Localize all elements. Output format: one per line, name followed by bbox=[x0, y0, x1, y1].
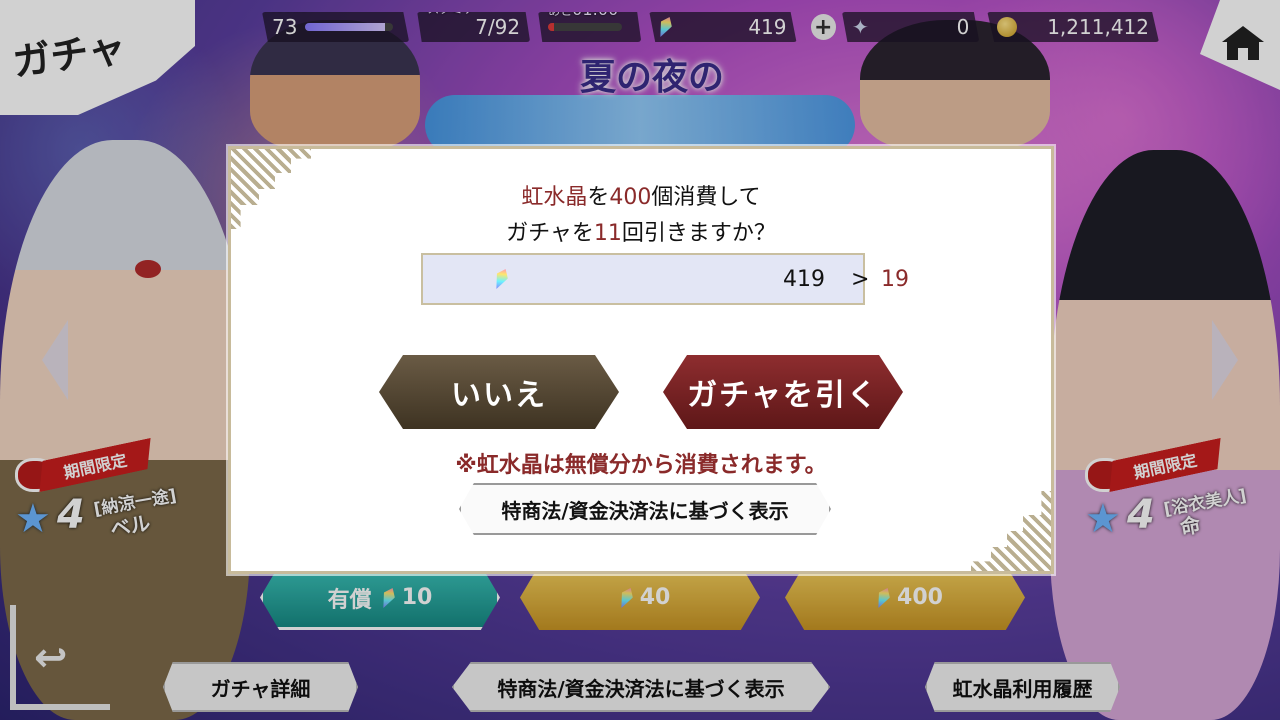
rainbow-crystal-icon bbox=[491, 266, 511, 291]
confirm-dialog: 虹水晶を400個消費して ガチャを11回引きますか？ 419 > 19 いいえ … bbox=[228, 146, 1054, 574]
crystal-balance-box: 419 > 19 bbox=[421, 253, 909, 305]
dialog-law-display-button[interactable]: 特商法/資金決済法に基づく表示 bbox=[459, 483, 831, 535]
cancel-button[interactable]: いいえ bbox=[379, 355, 619, 429]
dialog-message-line1: 虹水晶を400個消費して bbox=[521, 185, 761, 210]
dialog-message-line2: ガチャを11回引きますか？ bbox=[506, 221, 776, 246]
balance-arrow: > bbox=[851, 267, 870, 292]
dialog-corner-decoration bbox=[971, 491, 1051, 571]
balance-after: 19 bbox=[881, 267, 909, 292]
consumption-notice: ※虹水晶は無償分から消費されます。 bbox=[455, 453, 827, 478]
balance-before: 419 bbox=[783, 267, 825, 292]
draw-gacha-button[interactable]: ガチャを引く bbox=[663, 355, 903, 429]
